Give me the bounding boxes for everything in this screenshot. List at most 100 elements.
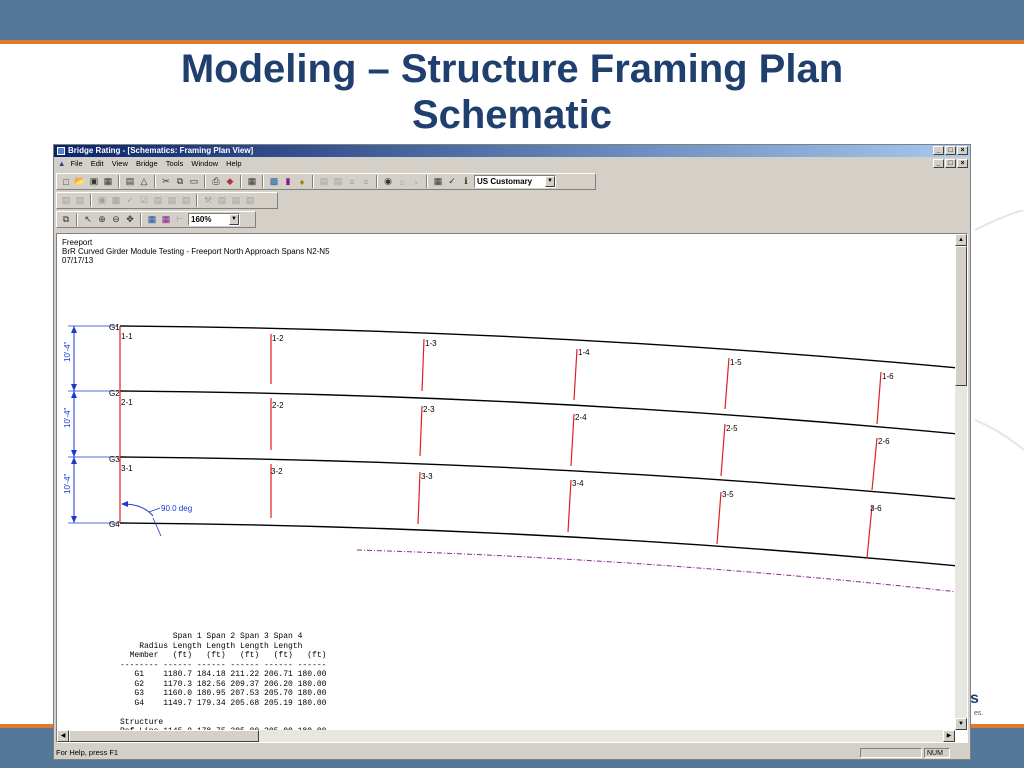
scroll-left-icon[interactable]: ◀ bbox=[57, 730, 69, 742]
schematic-icon[interactable]: ▦ bbox=[246, 176, 258, 188]
fit-icon[interactable]: ▦ bbox=[146, 214, 158, 226]
report-icon[interactable]: ♦ bbox=[296, 176, 308, 188]
minimize-button[interactable]: _ bbox=[933, 146, 944, 155]
toolbar-separator bbox=[118, 175, 120, 188]
table-row: G1 1180.7 184.18 211.22 206.71 180.00 bbox=[120, 670, 327, 679]
toolbar-separator bbox=[262, 175, 264, 188]
columns-icon[interactable]: ≡ bbox=[360, 176, 372, 188]
spacing-label: 10'-4" bbox=[63, 407, 72, 428]
doc-close-button[interactable]: × bbox=[957, 159, 968, 168]
find-icon[interactable]: ◉ bbox=[382, 176, 394, 188]
dimension-arrow bbox=[71, 450, 77, 457]
scroll-right-icon[interactable]: ▶ bbox=[943, 730, 955, 742]
slide-top-banner bbox=[0, 0, 1024, 40]
copy-icon[interactable]: ⧉ bbox=[174, 176, 186, 188]
toolbar-separator bbox=[154, 175, 156, 188]
library-icon[interactable]: ▦ bbox=[432, 176, 444, 188]
scroll-down-icon[interactable]: ▼ bbox=[955, 718, 967, 730]
dimension-arrow bbox=[71, 384, 77, 391]
tree-icon[interactable]: ▤ bbox=[60, 195, 72, 207]
properties-icon[interactable]: ▤ bbox=[74, 195, 86, 207]
vertical-scroll-thumb[interactable] bbox=[955, 246, 967, 386]
wizard-icon[interactable]: ✓ bbox=[446, 176, 458, 188]
slide-title-line-2: Schematic bbox=[411, 93, 613, 137]
zoom-select[interactable]: 160% ▼ bbox=[188, 213, 240, 226]
toolbar-separator bbox=[76, 213, 78, 226]
explorer-icon[interactable]: ▤ bbox=[124, 176, 136, 188]
menu-view[interactable]: View bbox=[112, 158, 128, 170]
menu-bridge[interactable]: Bridge bbox=[136, 158, 158, 170]
restore-button[interactable]: □ bbox=[945, 146, 956, 155]
table-icon[interactable]: ▦ bbox=[110, 195, 122, 207]
units-select[interactable]: US Customary ▼ bbox=[474, 175, 556, 188]
angle-label: 90.0 deg bbox=[161, 504, 192, 513]
save-all-icon[interactable]: ▦ bbox=[102, 176, 114, 188]
info-icon[interactable]: ℹ bbox=[460, 176, 472, 188]
menu-edit[interactable]: Edit bbox=[91, 158, 104, 170]
grid-icon[interactable]: ▤ bbox=[332, 176, 344, 188]
horizontal-scroll-thumb[interactable] bbox=[69, 730, 259, 742]
point-label: 1-5 bbox=[730, 358, 742, 367]
span-line-5 bbox=[716, 491, 722, 545]
horizontal-scrollbar[interactable]: ◀ ▶ bbox=[57, 730, 955, 742]
rows-icon[interactable]: ≡ bbox=[346, 176, 358, 188]
rl-icon[interactable]: ⌂ bbox=[396, 176, 408, 188]
print-preview-icon[interactable]: ◆ bbox=[224, 176, 236, 188]
document-icon[interactable]: ▲ bbox=[58, 158, 65, 170]
doc-minimize-button[interactable]: _ bbox=[933, 159, 944, 168]
toolbar-separator bbox=[196, 194, 198, 207]
scroll-up-icon[interactable]: ▲ bbox=[955, 234, 967, 246]
legend-icon[interactable]: ▦ bbox=[160, 214, 172, 226]
workspace-icon[interactable]: △ bbox=[138, 176, 150, 188]
new-icon[interactable]: □ bbox=[60, 176, 72, 188]
close-button[interactable]: × bbox=[957, 146, 968, 155]
check-icon[interactable]: ✓ bbox=[124, 195, 136, 207]
check-list-icon[interactable]: ☑ bbox=[138, 195, 150, 207]
zoom-in-icon[interactable]: ⊕ bbox=[96, 214, 108, 226]
paste-icon[interactable]: ▭ bbox=[188, 176, 200, 188]
point-label: 2-1 bbox=[121, 398, 133, 407]
span-line-6 bbox=[866, 505, 873, 559]
menu-tools[interactable]: Tools bbox=[166, 158, 184, 170]
document-icon-2[interactable]: ▤ bbox=[216, 195, 228, 207]
dimension-icon[interactable]: ⊢ bbox=[174, 214, 186, 226]
table-row: G2 1170.3 182.56 209.37 206.20 180.00 bbox=[120, 679, 327, 689]
spec-icon[interactable]: ▤ bbox=[152, 195, 164, 207]
layout-icon[interactable]: ▤ bbox=[180, 195, 192, 207]
template-icon[interactable]: ▤ bbox=[166, 195, 178, 207]
toolbar-separator bbox=[90, 194, 92, 207]
span-line-5 bbox=[724, 357, 730, 410]
table-row: G3 1160.0 180.95 207.53 205.70 180.00 bbox=[120, 689, 327, 698]
tools-icon[interactable]: ⚒ bbox=[202, 195, 214, 207]
nxt-icon[interactable]: › bbox=[410, 176, 422, 188]
menu-file[interactable]: File bbox=[71, 158, 83, 170]
table-header-3: Member (ft) (ft) (ft) (ft) (ft) bbox=[120, 651, 327, 660]
table-row: G4 1149.7 179.34 205.68 205.19 180.00 bbox=[120, 698, 327, 708]
copy-view-icon[interactable]: ⧉ bbox=[60, 214, 72, 226]
export-icon[interactable]: ▤ bbox=[230, 195, 242, 207]
pan-icon[interactable]: ✥ bbox=[124, 214, 136, 226]
list-icon[interactable]: ▤ bbox=[318, 176, 330, 188]
chevron-down-icon[interactable]: ▼ bbox=[229, 214, 239, 225]
toolbar-separator bbox=[426, 175, 428, 188]
span-line-6 bbox=[876, 371, 882, 425]
open-icon[interactable]: 📂 bbox=[74, 176, 86, 188]
zoom-out-icon[interactable]: ⊖ bbox=[110, 214, 122, 226]
schematic-view[interactable]: Freeport BrR Curved Girder Module Testin… bbox=[56, 233, 968, 743]
select-icon[interactable]: ↖ bbox=[82, 214, 94, 226]
save-item-icon[interactable]: ▣ bbox=[96, 195, 108, 207]
table-rule: -------- ------ ------ ------ ------ ---… bbox=[120, 660, 327, 670]
import-icon[interactable]: ▤ bbox=[244, 195, 256, 207]
vertical-scrollbar[interactable]: ▲ ▼ bbox=[955, 234, 967, 730]
chevron-down-icon[interactable]: ▼ bbox=[545, 176, 555, 187]
doc-restore-button[interactable]: □ bbox=[945, 159, 956, 168]
cut-icon[interactable]: ✂ bbox=[160, 176, 172, 188]
menu-help[interactable]: Help bbox=[226, 158, 241, 170]
save-icon[interactable]: ▣ bbox=[88, 176, 100, 188]
zoom-select-value: 160% bbox=[191, 215, 212, 224]
status-bar: For Help, press F1 NUM bbox=[54, 747, 970, 759]
menu-window[interactable]: Window bbox=[191, 158, 218, 170]
print-icon[interactable]: ⎙ bbox=[210, 176, 222, 188]
analysis-icon[interactable]: ▩ bbox=[268, 176, 280, 188]
results-icon[interactable]: ▮ bbox=[282, 176, 294, 188]
